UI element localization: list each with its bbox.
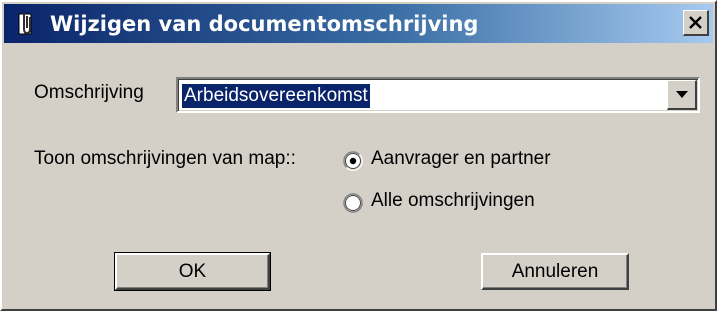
description-label: Omschrijving — [34, 82, 144, 103]
radio-label-applicant-partner[interactable]: Aanvrager en partner — [371, 148, 551, 170]
window-title: Wijzigen van documentomschrijving — [50, 12, 479, 36]
dropdown-button[interactable] — [667, 80, 697, 110]
dialog-window: Wijzigen van documentomschrijving Omschr… — [0, 0, 717, 311]
radio-label-all-descriptions[interactable]: Alle omschrijvingen — [371, 190, 535, 212]
title-bar[interactable]: Wijzigen van documentomschrijving — [4, 4, 713, 43]
cancel-button[interactable]: Annuleren — [481, 253, 629, 290]
folder-label: Toon omschrijvingen van map:: — [34, 148, 296, 169]
close-button[interactable] — [683, 10, 709, 36]
radio-all-descriptions[interactable] — [343, 193, 363, 213]
description-value[interactable]: Arbeidsovereenkomst — [182, 84, 370, 108]
document-clip-icon — [16, 12, 38, 36]
description-select[interactable]: Arbeidsovereenkomst — [176, 77, 700, 113]
ok-button[interactable]: OK — [114, 252, 271, 291]
radio-applicant-partner[interactable] — [343, 151, 363, 171]
